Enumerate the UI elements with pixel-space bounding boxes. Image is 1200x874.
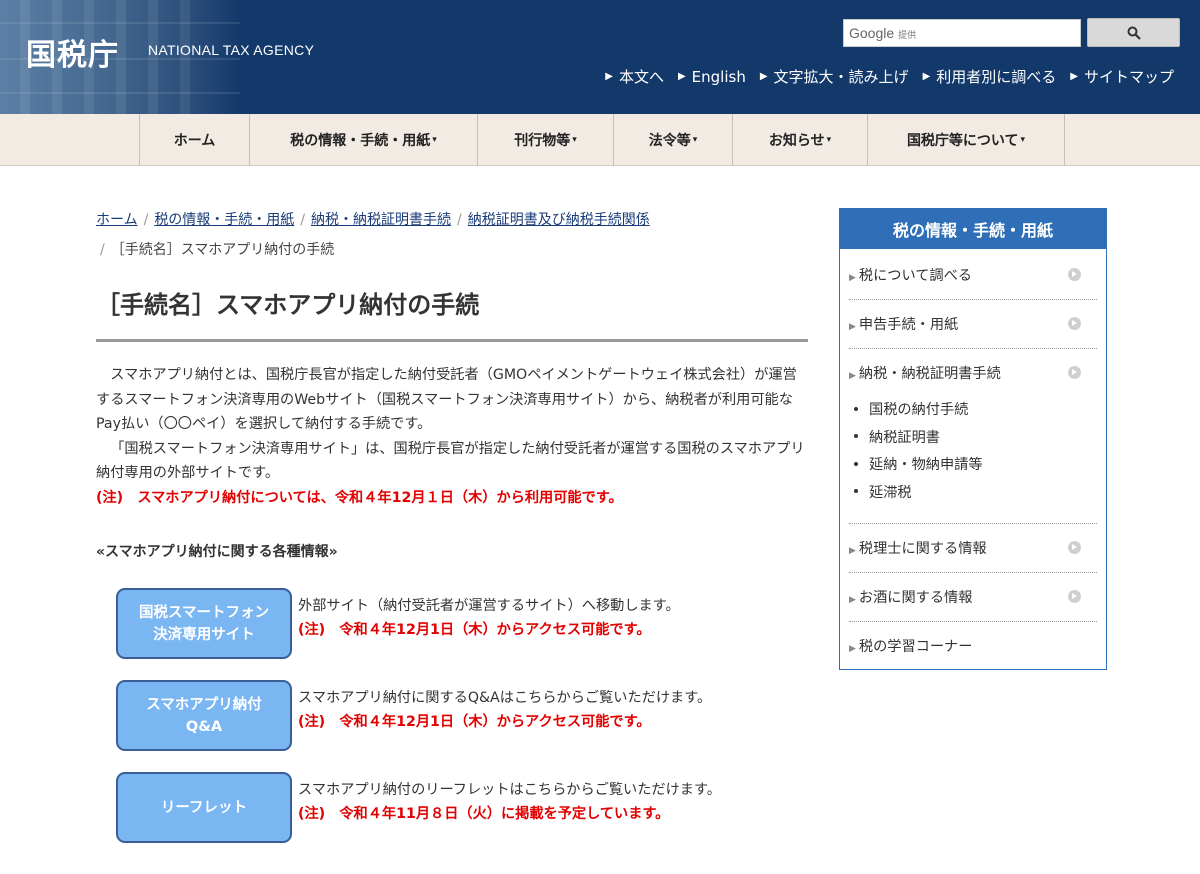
expand-arrow-icon	[1068, 366, 1081, 379]
chevron-down-icon: ▾	[826, 135, 832, 145]
nav-laws[interactable]: 法令等 ▾	[614, 114, 733, 166]
google-search-brand: Google 提供	[849, 25, 917, 41]
chevron-down-icon: ▾	[692, 135, 698, 145]
nav-news[interactable]: お知らせ ▾	[733, 114, 868, 166]
nav-publications[interactable]: 刊行物等 ▾	[478, 114, 614, 166]
breadcrumb-link-certificate[interactable]: 納税証明書及び納税手続関係	[468, 212, 650, 228]
caret-right-icon: ▶	[849, 371, 856, 381]
nav-home[interactable]: ホーム	[140, 114, 250, 166]
util-link-by-user[interactable]: ▶ 利用者別に調べる	[923, 66, 1057, 87]
intro-text: スマホアプリ納付とは、国税庁長官が指定した納付受託者（GMOペイメントゲートウェ…	[96, 363, 808, 510]
site-logo[interactable]: 国税庁	[26, 30, 119, 74]
util-link-main-content[interactable]: ▶ 本文へ	[605, 66, 664, 87]
arrow-right-icon: ▶	[605, 71, 613, 82]
info-section-heading: «スマホアプリ納付に関する各種情報»	[96, 544, 338, 560]
chevron-down-icon: ▾	[1020, 135, 1026, 145]
util-link-text-size[interactable]: ▶ 文字拡大・読み上げ	[760, 66, 909, 87]
expand-arrow-icon	[1068, 590, 1081, 603]
sidebar-item-tax-lookup[interactable]: ▶ 税について調べる	[849, 251, 1097, 300]
arrow-right-icon: ▶	[1070, 71, 1078, 82]
caret-right-icon: ▶	[849, 322, 856, 332]
leaflet-button[interactable]: リーフレット	[116, 772, 292, 843]
expand-arrow-icon	[1068, 268, 1081, 281]
chevron-down-icon: ▾	[572, 135, 577, 145]
link-description: スマホアプリ納付に関するQ&Aはこちらからご覧いただけます。	[298, 690, 712, 706]
smartphone-payment-site-button[interactable]: 国税スマートフォン 決済専用サイト	[116, 588, 292, 659]
breadcrumb-current: ［手続名］スマホアプリ納付の手続	[110, 242, 335, 258]
sidebar-subitem-delinquency[interactable]: 延滞税	[854, 480, 983, 508]
search-button[interactable]	[1087, 18, 1180, 47]
link-note: (注) 令和４年11月８日（火）に掲載を予定しています。	[298, 806, 670, 822]
sidebar-item-learning[interactable]: ▶ 税の学習コーナー	[849, 622, 1097, 671]
breadcrumb-link-home[interactable]: ホーム	[96, 212, 138, 228]
sidebar-item-filing[interactable]: ▶ 申告手続・用紙	[849, 300, 1097, 349]
search-input[interactable]: Google 提供	[843, 19, 1081, 47]
caret-right-icon: ▶	[849, 273, 856, 283]
caret-right-icon: ▶	[849, 546, 856, 556]
arrow-right-icon: ▶	[677, 71, 686, 82]
sidebar-subitem-deferral[interactable]: 延納・物納申請等	[854, 452, 983, 480]
sidebar-title: 税の情報・手続・用紙	[840, 209, 1106, 249]
sidebar: 税の情報・手続・用紙 ▶ 税について調べる ▶ 申告手続・用紙 ▶ 納税・納税証明書手…	[839, 208, 1107, 670]
util-link-english[interactable]: ▶ English	[678, 66, 746, 87]
global-nav: ホーム 税の情報・手続・用紙 ▾ 刊行物等 ▾ 法令等 ▾ お知らせ ▾ 国税庁等につい…	[0, 114, 1200, 166]
util-link-sitemap[interactable]: ▶ サイトマップ	[1070, 66, 1174, 87]
breadcrumb-link-payment[interactable]: 納税・納税証明書手続	[311, 212, 451, 228]
arrow-right-icon: ▶	[922, 71, 931, 82]
expand-arrow-icon	[1068, 317, 1081, 330]
sidebar-sub-list: 国税の納付手続 納税証明書 延納・物納申請等 延滞税	[854, 397, 983, 507]
availability-note: (注) スマホアプリ納付については、令和４年12月１日（木）から利用可能です。	[96, 489, 623, 506]
link-note: (注) 令和４年12月1日（木）からアクセス可能です。	[298, 622, 651, 638]
sidebar-subitem-tax-certificate[interactable]: 納税証明書	[854, 425, 983, 453]
nav-about[interactable]: 国税庁等について ▾	[868, 114, 1065, 166]
utility-links: ▶ 本文へ ▶ English ▶ 文字拡大・読み上げ ▶ 利用者別に調べる ▶ サイトマ…	[605, 66, 1174, 87]
arrow-right-icon: ▶	[759, 71, 768, 82]
intro-paragraph-1: スマホアプリ納付とは、国税庁長官が指定した納付受託者（GMOペイメントゲートウェ…	[96, 367, 797, 432]
site-header: 国税庁 NATIONAL TAX AGENCY Google 提供 ▶ 本文へ ▶ E…	[0, 0, 1200, 114]
smartphone-payment-qa-button[interactable]: スマホアプリ納付 Q&A	[116, 680, 292, 751]
link-note: (注) 令和４年12月1日（木）からアクセス可能です。	[298, 714, 651, 730]
caret-right-icon: ▶	[849, 595, 856, 605]
link-description: 外部サイト（納付受託者が運営するサイト）へ移動します。	[298, 598, 680, 614]
search-icon	[1127, 26, 1141, 40]
caret-right-icon: ▶	[849, 644, 856, 654]
sidebar-subitem-payment-procedure[interactable]: 国税の納付手続	[854, 397, 983, 425]
sidebar-item-alcohol[interactable]: ▶ お酒に関する情報	[849, 573, 1097, 622]
breadcrumb-link-tax-info[interactable]: 税の情報・手続・用紙	[154, 212, 294, 228]
page-title: ［手続名］スマホアプリ納付の手続	[96, 291, 480, 319]
sidebar-item-tax-accountant[interactable]: ▶ 税理士に関する情報	[849, 524, 1097, 573]
expand-arrow-icon	[1068, 541, 1081, 554]
chevron-down-icon: ▾	[432, 135, 437, 145]
breadcrumb: ホーム / 税の情報・手続・用紙 / 納税・納税証明書手続 / 納税証明書及び納税手続関係 …	[96, 212, 650, 258]
nav-tax-info[interactable]: 税の情報・手続・用紙 ▾	[250, 114, 478, 166]
link-description: スマホアプリ納付のリーフレットはこちらからご覧いただけます。	[298, 782, 721, 798]
intro-paragraph-2: 「国税スマートフォン決済専用サイト」は、国税庁長官が指定した納付受託者が運営する…	[96, 440, 805, 482]
site-logo-english[interactable]: NATIONAL TAX AGENCY	[148, 42, 314, 58]
title-divider	[96, 339, 808, 342]
